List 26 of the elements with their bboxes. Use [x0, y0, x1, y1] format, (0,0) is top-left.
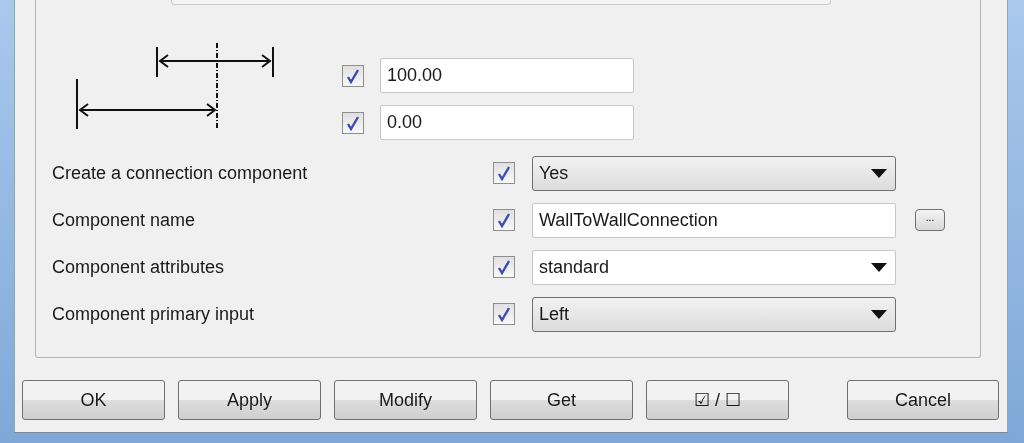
checkbox[interactable] [342, 64, 364, 87]
dialog-button[interactable]: Cancel [847, 380, 999, 420]
dropdown-arrow-icon [871, 309, 887, 319]
browse-button[interactable]: ... [915, 209, 945, 231]
checkbox[interactable] [493, 256, 515, 278]
dropdown-arrow-icon [871, 168, 887, 178]
input-field[interactable]: 0.00 [380, 105, 634, 140]
dialog-button[interactable]: OK [22, 380, 165, 420]
checkbox[interactable] [493, 162, 515, 184]
dialog-button[interactable]: Modify [334, 380, 477, 420]
field-label: Component name [51, 208, 197, 232]
dropdown-arrow-icon [871, 262, 887, 272]
field-label: Component primary input [51, 302, 256, 326]
dropdown[interactable]: Left [532, 296, 896, 332]
dialog-button[interactable]: Get [490, 380, 633, 420]
checkbox[interactable] [342, 111, 364, 134]
dialog-button[interactable]: ☑ / ☐ [646, 380, 789, 420]
combo-field[interactable]: standard [532, 249, 896, 285]
input-field[interactable]: WallToWallConnection [532, 202, 896, 238]
checkbox[interactable] [493, 209, 515, 231]
field-label: Create a connection component [51, 161, 309, 185]
dialog-button[interactable]: Apply [178, 380, 321, 420]
field-label: Component attributes [51, 255, 226, 279]
input-field[interactable]: 100.00 [380, 58, 634, 93]
checkbox[interactable] [493, 303, 515, 325]
dropdown[interactable]: Yes [532, 155, 896, 191]
